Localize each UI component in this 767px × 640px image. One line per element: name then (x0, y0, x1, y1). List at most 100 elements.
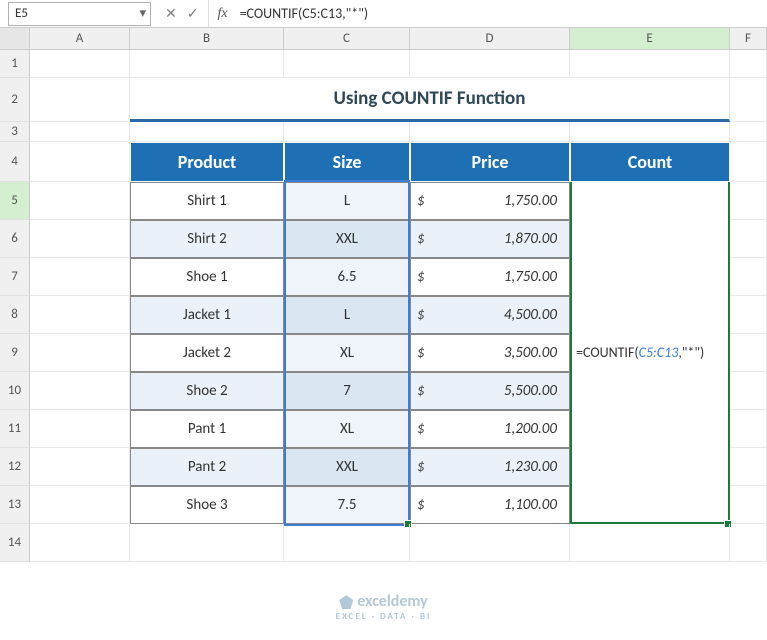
col-header-b[interactable]: B (130, 28, 284, 49)
cell[interactable] (30, 220, 130, 258)
product-cell[interactable]: Jacket 1 (130, 296, 284, 334)
row-header[interactable]: 14 (0, 524, 30, 562)
cell[interactable] (30, 334, 130, 372)
price-cell[interactable]: $1,870.00 (410, 220, 570, 258)
cell[interactable] (30, 448, 130, 486)
col-header-d[interactable]: D (410, 28, 570, 49)
col-header-e[interactable]: E (570, 28, 730, 49)
size-cell[interactable]: XXL (284, 448, 410, 486)
cell[interactable] (730, 258, 767, 296)
cell[interactable] (730, 448, 767, 486)
dropdown-icon[interactable]: ▾ (139, 6, 146, 21)
cell[interactable] (730, 524, 767, 562)
product-cell[interactable]: Pant 2 (130, 448, 284, 486)
cell[interactable] (730, 296, 767, 334)
cell[interactable] (30, 142, 130, 182)
cell[interactable] (410, 524, 570, 562)
name-box[interactable]: E5 ▾ (8, 2, 151, 26)
size-cell[interactable]: XL (284, 334, 410, 372)
cell[interactable] (30, 122, 130, 142)
price-cell[interactable]: $1,230.00 (410, 448, 570, 486)
cell[interactable] (30, 372, 130, 410)
size-cell[interactable]: 7 (284, 372, 410, 410)
count-formula-cell[interactable]: =COUNTIF(C5:C13,"*") (570, 182, 730, 524)
cell[interactable] (130, 524, 284, 562)
price-cell[interactable]: $1,750.00 (410, 182, 570, 220)
row-header[interactable]: 4 (0, 142, 30, 182)
col-header-a[interactable]: A (30, 28, 130, 49)
size-cell[interactable]: L (284, 296, 410, 334)
confirm-icon[interactable]: ✓ (187, 5, 199, 22)
size-cell[interactable]: 6.5 (284, 258, 410, 296)
header-product[interactable]: Product (130, 142, 284, 182)
cell[interactable] (410, 122, 570, 142)
cell[interactable] (30, 182, 130, 220)
price-cell[interactable]: $4,500.00 (410, 296, 570, 334)
cancel-icon[interactable]: ✕ (165, 5, 177, 22)
row-header[interactable]: 10 (0, 372, 30, 410)
product-cell[interactable]: Shirt 2 (130, 220, 284, 258)
header-count[interactable]: Count (570, 142, 730, 182)
cell[interactable] (30, 78, 130, 122)
row-header[interactable]: 1 (0, 50, 30, 78)
cell[interactable] (284, 524, 410, 562)
cell[interactable] (570, 524, 730, 562)
row-header[interactable]: 6 (0, 220, 30, 258)
cell[interactable] (730, 410, 767, 448)
row-header[interactable]: 11 (0, 410, 30, 448)
row-header[interactable]: 8 (0, 296, 30, 334)
row-header[interactable]: 2 (0, 78, 30, 122)
cell[interactable] (284, 122, 410, 142)
header-price[interactable]: Price (410, 142, 570, 182)
cell[interactable] (410, 50, 570, 78)
title-cell[interactable]: Using COUNTIF Function (130, 78, 730, 122)
cell[interactable] (130, 122, 284, 142)
cell[interactable] (30, 410, 130, 448)
row-header[interactable]: 5 (0, 182, 30, 220)
price-cell[interactable]: $3,500.00 (410, 334, 570, 372)
size-cell[interactable]: L (284, 182, 410, 220)
product-cell[interactable]: Shirt 1 (130, 182, 284, 220)
cell[interactable] (570, 50, 730, 78)
product-cell[interactable]: Shoe 2 (130, 372, 284, 410)
col-header-c[interactable]: C (284, 28, 410, 49)
cell[interactable] (730, 372, 767, 410)
cell[interactable] (730, 182, 767, 220)
product-cell[interactable]: Jacket 2 (130, 334, 284, 372)
price-cell[interactable]: $1,200.00 (410, 410, 570, 448)
row-header[interactable]: 7 (0, 258, 30, 296)
cells-area[interactable]: Using COUNTIF Function Product Size Pric… (30, 50, 767, 562)
header-size[interactable]: Size (284, 142, 410, 182)
select-all-corner[interactable] (0, 28, 30, 49)
cell[interactable] (730, 486, 767, 524)
product-cell[interactable]: Pant 1 (130, 410, 284, 448)
cell[interactable] (284, 50, 410, 78)
cell[interactable] (130, 50, 284, 78)
row-header[interactable]: 9 (0, 334, 30, 372)
price-cell[interactable]: $1,750.00 (410, 258, 570, 296)
size-cell[interactable]: XXL (284, 220, 410, 258)
cell[interactable] (30, 50, 130, 78)
product-cell[interactable]: Shoe 3 (130, 486, 284, 524)
row-header[interactable]: 12 (0, 448, 30, 486)
size-cell[interactable]: XL (284, 410, 410, 448)
cell[interactable] (30, 296, 130, 334)
product-cell[interactable]: Shoe 1 (130, 258, 284, 296)
row-header[interactable]: 3 (0, 122, 30, 142)
cell[interactable] (30, 486, 130, 524)
price-cell[interactable]: $5,500.00 (410, 372, 570, 410)
fx-icon[interactable]: fx (209, 6, 235, 22)
cell[interactable] (730, 78, 767, 122)
cell[interactable] (30, 258, 130, 296)
cell[interactable] (570, 122, 730, 142)
cell[interactable] (730, 220, 767, 258)
price-cell[interactable]: $1,100.00 (410, 486, 570, 524)
row-header[interactable]: 13 (0, 486, 30, 524)
col-header-f[interactable]: F (730, 28, 767, 49)
cell[interactable] (730, 122, 767, 142)
cell[interactable] (730, 142, 767, 182)
cell[interactable] (730, 50, 767, 78)
cell[interactable] (730, 334, 767, 372)
formula-input[interactable]: =COUNTIF(C5:C13,"*") (236, 5, 767, 22)
size-cell[interactable]: 7.5 (284, 486, 410, 524)
